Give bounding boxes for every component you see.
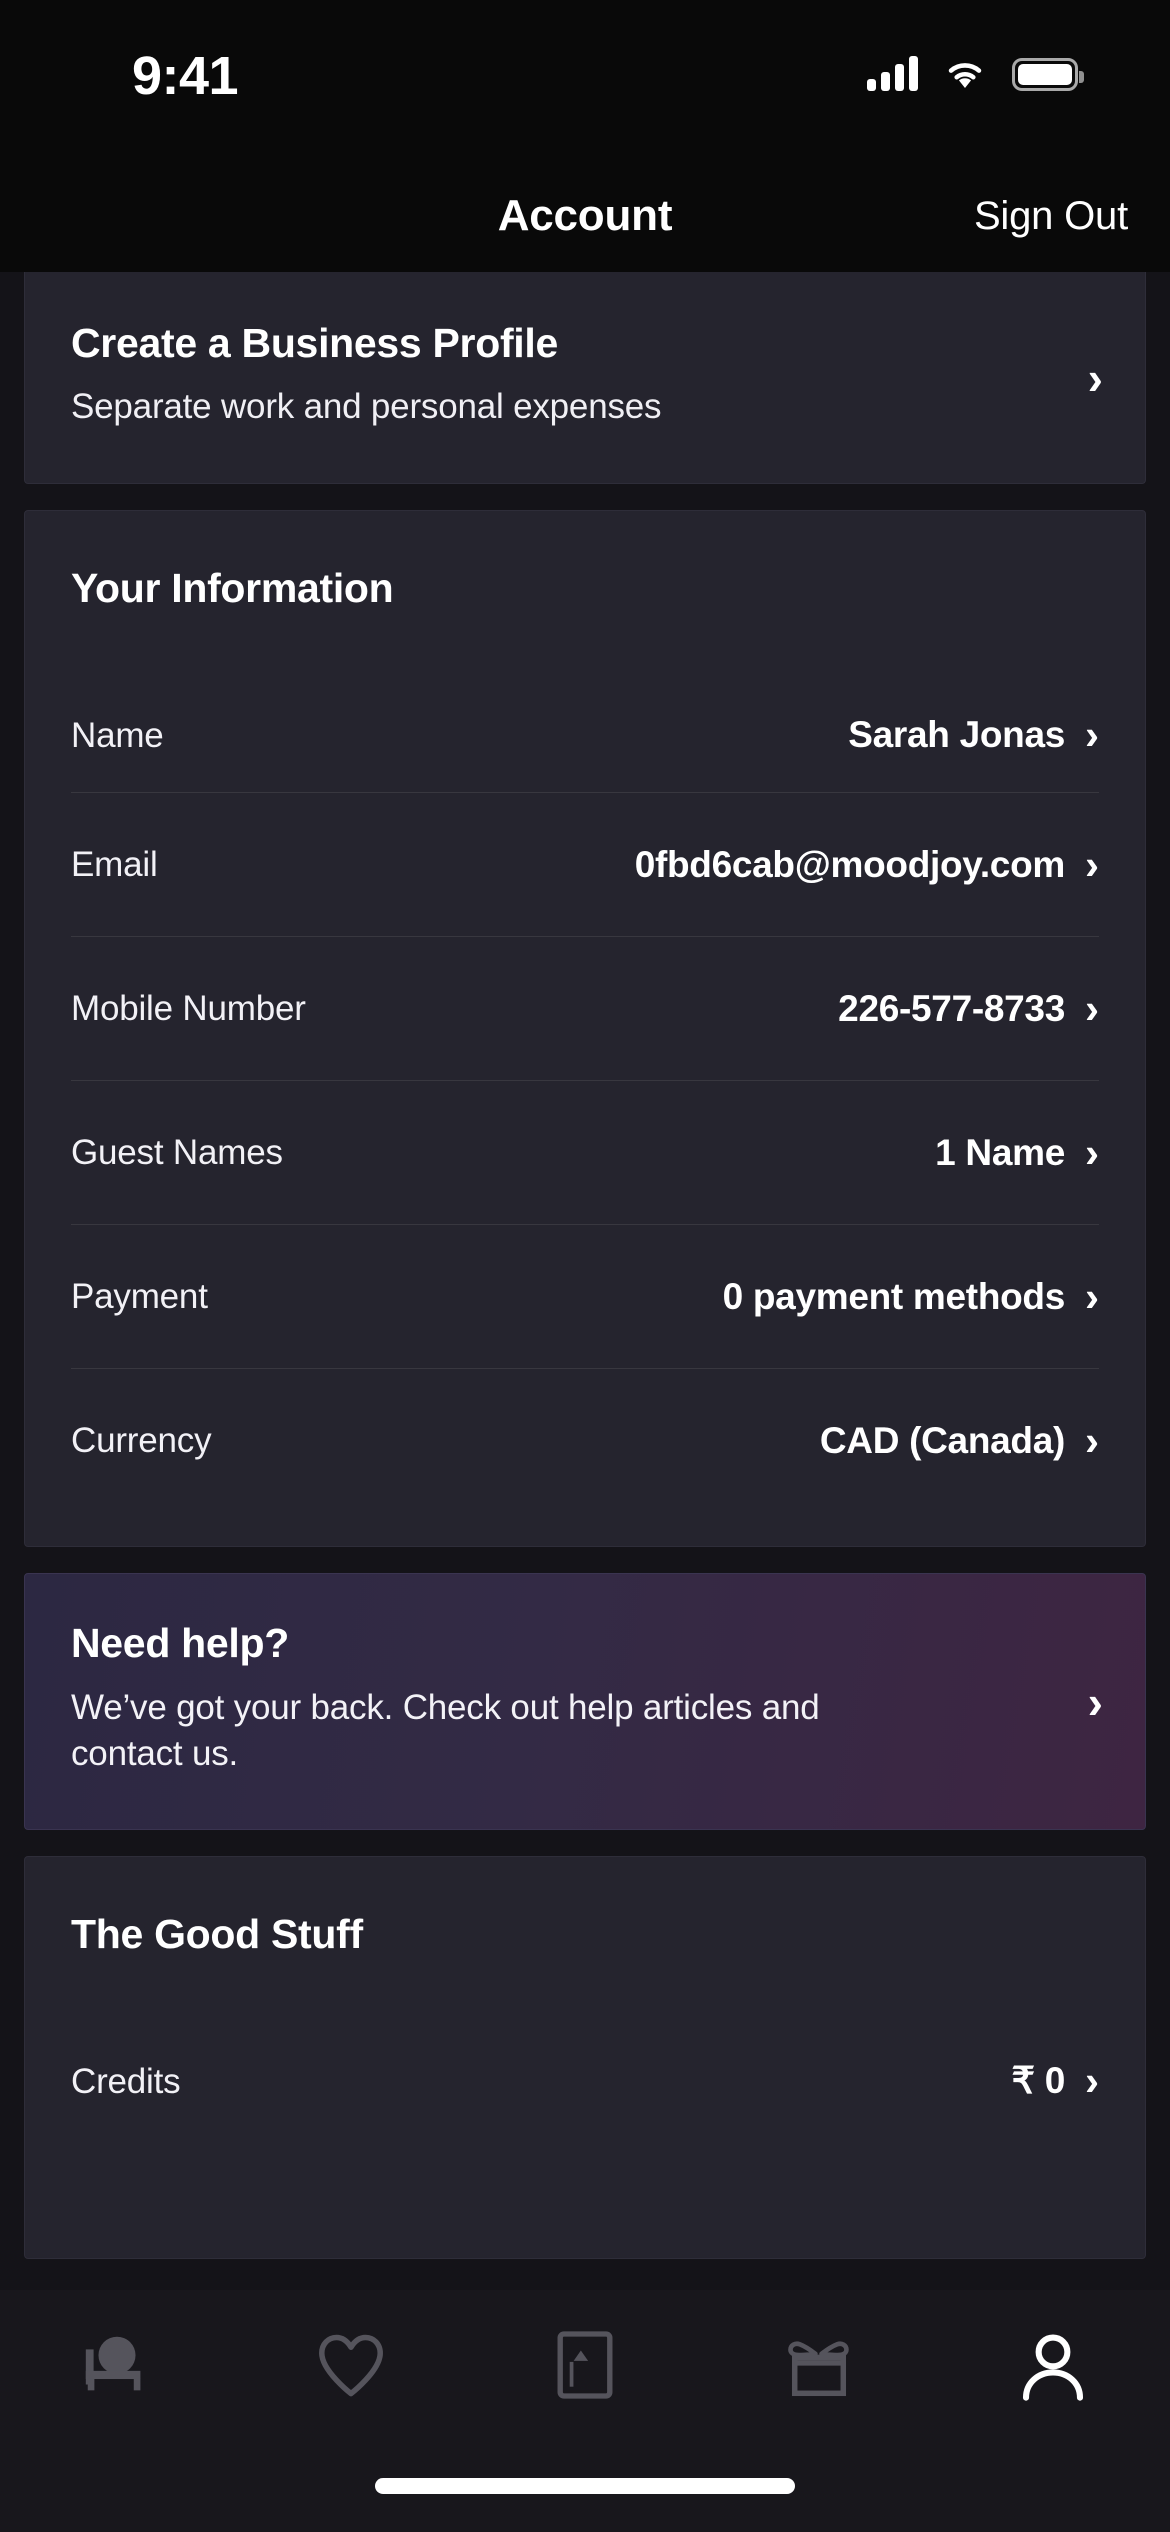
row-name[interactable]: Name Sarah Jonas › xyxy=(71,612,1099,792)
chevron-right-icon: › xyxy=(1085,840,1099,888)
chevron-right-icon: › xyxy=(1087,1675,1103,1728)
row-value: CAD (Canada) xyxy=(819,1419,1065,1461)
row-currency[interactable]: Currency CAD (Canada) › xyxy=(71,1368,1099,1512)
cellular-bars-icon xyxy=(867,55,918,91)
row-label: Name xyxy=(71,716,164,755)
row-email[interactable]: Email 0fbd6cab@moodjoy.com › xyxy=(71,792,1099,936)
row-value: 226-577-8733 xyxy=(838,987,1065,1029)
business-profile-title: Create a Business Profile xyxy=(71,320,558,366)
chevron-right-icon: › xyxy=(1085,984,1099,1032)
tab-account[interactable] xyxy=(936,2290,1170,2440)
row-label: Credits xyxy=(71,2062,181,2102)
status-bar-indicators xyxy=(867,55,1084,91)
navigation-bar: Account Sign Out xyxy=(0,160,1170,272)
status-bar-time: 9:41 xyxy=(132,46,239,106)
trips-icon xyxy=(557,2331,613,2399)
profile-icon xyxy=(1022,2334,1084,2401)
business-profile-card[interactable]: Create a Business Profile Separate work … xyxy=(24,272,1146,484)
need-help-title: Need help? xyxy=(71,1620,289,1666)
your-information-rows: Name Sarah Jonas › Email 0fbd6cab@moodjo… xyxy=(25,612,1145,1512)
sign-out-button[interactable]: Sign Out xyxy=(974,194,1128,239)
app-screen: 9:41 Account Sign Out Create a Business … xyxy=(0,0,1170,2532)
good-stuff-heading: The Good Stuff xyxy=(71,1911,363,1958)
your-information-card: Your Information Name Sarah Jonas › Emai… xyxy=(24,510,1146,1547)
chevron-right-icon: › xyxy=(1085,711,1099,758)
business-profile-subtitle: Separate work and personal expenses xyxy=(71,387,662,426)
good-stuff-card: The Good Stuff Credits ₹ 0 › xyxy=(24,1856,1146,2260)
row-mobile-number[interactable]: Mobile Number 226-577-8733 › xyxy=(71,936,1099,1080)
status-bar: 9:41 xyxy=(0,0,1170,160)
chevron-right-icon: › xyxy=(1085,1272,1099,1320)
scroll-content[interactable]: Create a Business Profile Separate work … xyxy=(0,272,1170,2290)
row-credits[interactable]: Credits ₹ 0 › xyxy=(71,1958,1099,2138)
row-label: Payment xyxy=(71,1276,208,1316)
row-guest-names[interactable]: Guest Names 1 Name › xyxy=(71,1080,1099,1224)
row-value: 0 payment methods xyxy=(722,1275,1066,1317)
wifi-icon xyxy=(948,63,982,88)
tab-saved[interactable] xyxy=(234,2290,468,2440)
row-value: 0fbd6cab@moodjoy.com xyxy=(634,843,1066,885)
home-indicator[interactable] xyxy=(375,2478,795,2494)
chevron-right-icon: › xyxy=(1085,2057,1099,2105)
row-label: Email xyxy=(71,844,158,884)
chevron-right-icon: › xyxy=(1087,351,1103,404)
your-information-heading: Your Information xyxy=(71,565,394,611)
row-value: ₹ 0 xyxy=(1011,2060,1066,2102)
tab-bar xyxy=(0,2290,1170,2440)
tab-rewards[interactable] xyxy=(702,2290,936,2440)
row-payment[interactable]: Payment 0 payment methods › xyxy=(71,1224,1099,1368)
business-profile-promo[interactable]: Create a Business Profile Separate work … xyxy=(25,272,1145,483)
battery-full-icon xyxy=(1012,58,1084,91)
bed-icon xyxy=(85,2336,141,2391)
chevron-right-icon: › xyxy=(1085,1128,1099,1176)
home-indicator-area xyxy=(0,2440,1170,2532)
gift-icon xyxy=(788,2341,849,2397)
tab-trips[interactable] xyxy=(468,2290,702,2440)
need-help-body: We’ve got your back. Check out help arti… xyxy=(71,1688,820,1774)
row-label: Guest Names xyxy=(71,1132,283,1172)
heart-icon xyxy=(319,2334,383,2397)
good-stuff-rows: Credits ₹ 0 › xyxy=(25,1958,1145,2138)
row-value: 1 Name xyxy=(935,1131,1065,1173)
row-label: Mobile Number xyxy=(71,988,306,1028)
tab-stays[interactable] xyxy=(0,2290,234,2440)
chevron-right-icon: › xyxy=(1085,1416,1099,1464)
row-label: Currency xyxy=(71,1420,212,1460)
need-help-card[interactable]: Need help? We’ve got your back. Check ou… xyxy=(24,1573,1146,1831)
row-value: Sarah Jonas xyxy=(848,714,1065,755)
